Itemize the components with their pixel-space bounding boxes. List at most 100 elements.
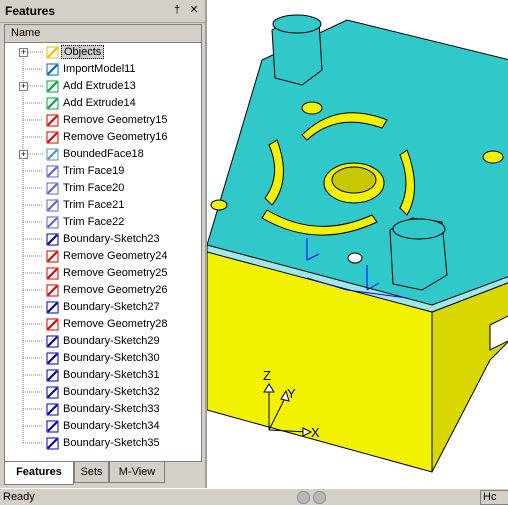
tree-item[interactable]: Trim Face21 bbox=[5, 197, 201, 214]
hex-post-top-cap bbox=[272, 14, 322, 34]
axis-y-label: Y bbox=[287, 386, 296, 401]
tree-item-label: Boundary-Sketch30 bbox=[63, 352, 160, 364]
tree-item[interactable]: Remove Geometry26 bbox=[5, 282, 201, 299]
tree-item[interactable]: Boundary-Sketch29 bbox=[5, 333, 201, 350]
tree-item[interactable]: Remove Geometry15 bbox=[5, 112, 201, 129]
add-extrude-icon bbox=[45, 79, 61, 94]
tree-item[interactable]: Remove Geometry28 bbox=[5, 316, 201, 333]
tree-item[interactable]: Trim Face20 bbox=[5, 180, 201, 197]
tree-item[interactable]: Boundary-Sketch27 bbox=[5, 299, 201, 316]
tree-item-label: Trim Face21 bbox=[63, 199, 125, 211]
expand-icon[interactable]: + bbox=[19, 48, 28, 57]
tree-item-label: ImportModel11 bbox=[63, 63, 136, 75]
tree-item-label: Objects bbox=[61, 45, 105, 59]
axis-x-label: X bbox=[311, 425, 320, 440]
tree-item-label: Remove Geometry25 bbox=[63, 267, 168, 279]
small-hole-4 bbox=[347, 252, 363, 264]
small-hole-1 bbox=[301, 101, 323, 115]
tree-item[interactable]: Boundary-Sketch33 bbox=[5, 401, 201, 418]
remove-geometry-icon bbox=[45, 317, 61, 332]
tree-item[interactable]: Boundary-Sketch32 bbox=[5, 384, 201, 401]
status-indicator-icon bbox=[313, 491, 326, 504]
center-hole-inner bbox=[331, 166, 377, 194]
small-hole-2 bbox=[482, 150, 504, 164]
tree-item[interactable]: Boundary-Sketch23 bbox=[5, 231, 201, 248]
tree-item-label: Add Extrude14 bbox=[63, 97, 136, 109]
expand-icon[interactable]: + bbox=[19, 82, 28, 91]
tree-item[interactable]: Trim Face22 bbox=[5, 214, 201, 231]
remove-geometry-icon bbox=[45, 113, 61, 128]
tree-item-label: Boundary-Sketch27 bbox=[63, 301, 160, 313]
tree-item[interactable]: Remove Geometry16 bbox=[5, 129, 201, 146]
boundary-sketch-icon bbox=[45, 368, 61, 383]
tree-item-label: Boundary-Sketch34 bbox=[63, 420, 160, 432]
trim-face-icon bbox=[45, 181, 61, 196]
tree-item[interactable]: Boundary-Sketch31 bbox=[5, 367, 201, 384]
tree-item-label: Boundary-Sketch23 bbox=[63, 233, 160, 245]
boundary-sketch-icon bbox=[45, 300, 61, 315]
feature-tree: Name + Objects ImportModel11 + Add Extrude13… bbox=[4, 24, 202, 462]
add-extrude-icon bbox=[45, 96, 61, 111]
front-right-face bbox=[431, 282, 508, 473]
remove-geometry-icon bbox=[45, 130, 61, 145]
tree-item-label: Remove Geometry26 bbox=[63, 284, 168, 296]
pin-icon[interactable]: † bbox=[170, 3, 184, 17]
tree-item[interactable]: Boundary-Sketch35 bbox=[5, 435, 201, 452]
tree-item-label: Add Extrude13 bbox=[63, 80, 136, 92]
remove-geometry-icon bbox=[45, 283, 61, 298]
small-hole-3 bbox=[210, 199, 228, 211]
tree-item-label: Boundary-Sketch31 bbox=[63, 369, 160, 381]
tree-item[interactable]: Boundary-Sketch30 bbox=[5, 350, 201, 367]
trim-face-icon bbox=[45, 198, 61, 213]
tree-item-label: Remove Geometry16 bbox=[63, 131, 168, 143]
tree-item[interactable]: Remove Geometry24 bbox=[5, 248, 201, 265]
boundary-sketch-icon bbox=[45, 419, 61, 434]
tab-sets[interactable]: Sets bbox=[74, 462, 109, 483]
tree-item-label: Boundary-Sketch32 bbox=[63, 386, 160, 398]
panel-title: Features bbox=[5, 4, 56, 18]
tree-item[interactable]: ImportModel11 bbox=[5, 61, 201, 78]
tree-item-label: Boundary-Sketch29 bbox=[63, 335, 160, 347]
tab-features[interactable]: Features bbox=[4, 462, 74, 485]
model-view bbox=[207, 14, 508, 473]
features-panel: Features † ✕ Name + Objects ImportModel11 +… bbox=[0, 0, 205, 488]
tree-item[interactable]: Add Extrude14 bbox=[5, 95, 201, 112]
3d-viewport[interactable]: Z Y X bbox=[205, 0, 508, 488]
tree-item[interactable]: + BoundedFace18 bbox=[5, 146, 201, 163]
tree-item[interactable]: Trim Face19 bbox=[5, 163, 201, 180]
status-text: Ready bbox=[3, 491, 35, 503]
panel-tabs: Features Sets M-View bbox=[0, 462, 205, 485]
tree-item-label: BoundedFace18 bbox=[63, 148, 144, 160]
tree-item[interactable]: Boundary-Sketch34 bbox=[5, 418, 201, 435]
tree-item[interactable]: + Objects bbox=[5, 44, 201, 61]
tree-item-label: Trim Face20 bbox=[63, 182, 125, 194]
tree-item-label: Trim Face19 bbox=[63, 165, 125, 177]
status-right-text: Hc bbox=[480, 490, 508, 505]
expand-icon[interactable]: + bbox=[19, 150, 28, 159]
panel-header: Features † ✕ bbox=[0, 0, 205, 23]
tree-item-label: Trim Face22 bbox=[63, 216, 125, 228]
boundary-sketch-icon bbox=[45, 351, 61, 366]
boundary-sketch-icon bbox=[45, 232, 61, 247]
trim-face-icon bbox=[45, 215, 61, 230]
boundary-sketch-icon bbox=[45, 436, 61, 451]
tree-item-label: Remove Geometry24 bbox=[63, 250, 168, 262]
tab-m-view[interactable]: M-View bbox=[109, 462, 165, 483]
tree-item-label: Remove Geometry15 bbox=[63, 114, 168, 126]
remove-geometry-icon bbox=[45, 249, 61, 264]
objects-icon bbox=[45, 45, 61, 60]
tree-item[interactable]: Remove Geometry25 bbox=[5, 265, 201, 282]
tree-item-label: Boundary-Sketch35 bbox=[63, 437, 160, 449]
status-indicator-icon bbox=[297, 491, 310, 504]
import-model-icon bbox=[45, 62, 61, 77]
tree-item[interactable]: + Add Extrude13 bbox=[5, 78, 201, 95]
tree-item-label: Remove Geometry28 bbox=[63, 318, 168, 330]
bounded-face-icon bbox=[45, 147, 61, 162]
boundary-sketch-icon bbox=[45, 385, 61, 400]
boundary-sketch-icon bbox=[45, 334, 61, 349]
hex-post-bottom-cap bbox=[392, 218, 446, 240]
axis-z-label: Z bbox=[263, 368, 271, 383]
boundary-sketch-icon bbox=[45, 402, 61, 417]
trim-face-icon bbox=[45, 164, 61, 179]
close-icon[interactable]: ✕ bbox=[187, 3, 201, 17]
